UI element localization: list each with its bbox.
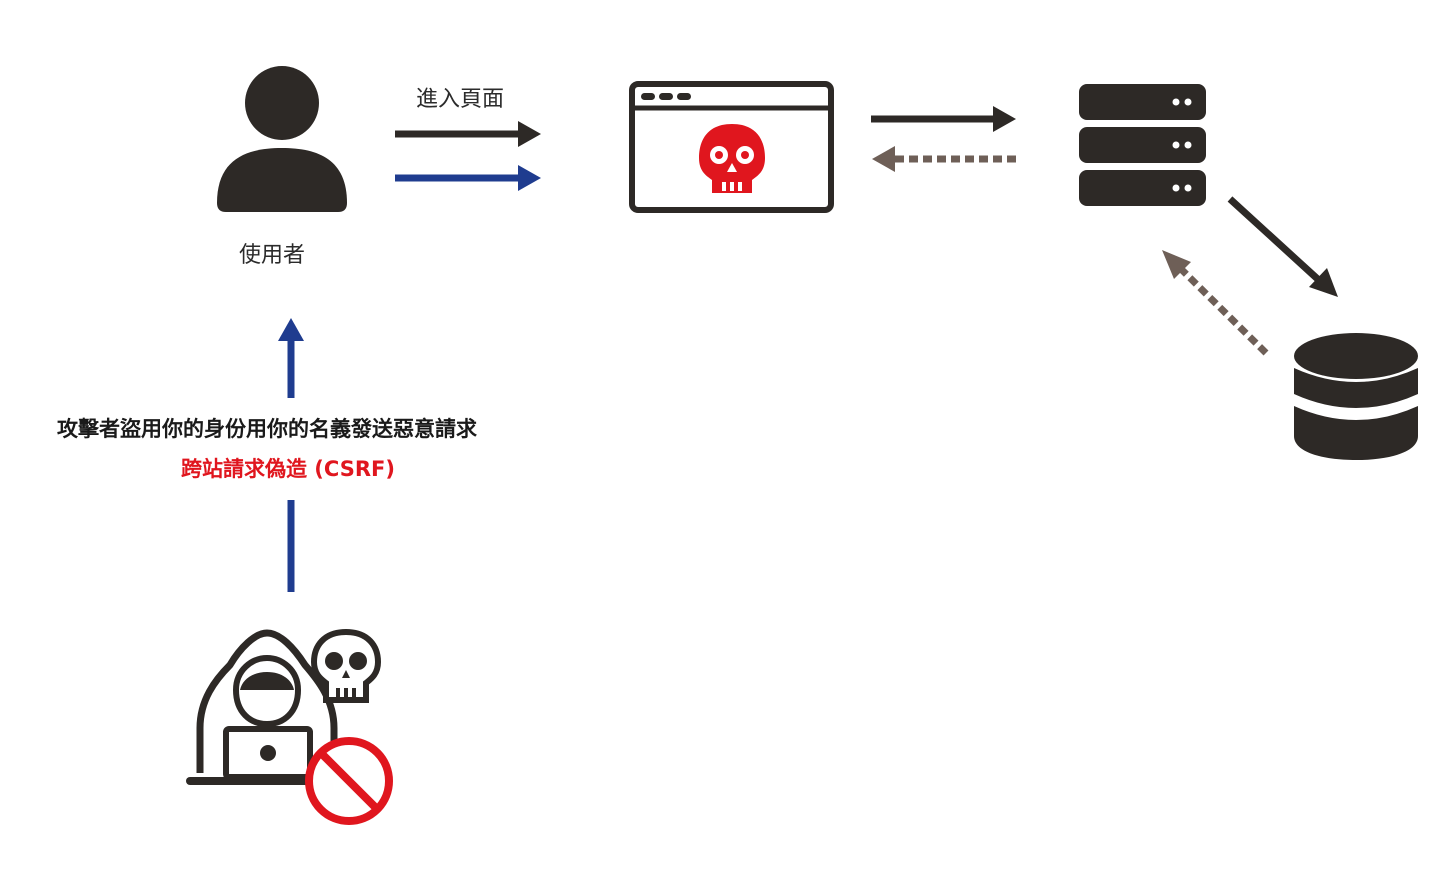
user-label: 使用者 <box>239 243 306 268</box>
user-to-browser-blue-arrow <box>395 165 541 191</box>
prohibited-icon <box>305 737 393 825</box>
server-to-browser-dashed-arrow <box>872 146 1016 172</box>
server-icon <box>1079 84 1206 206</box>
database-icon <box>1294 333 1418 460</box>
skull-icon <box>310 628 382 703</box>
attack-description: 攻擊者盜用你的身份用你的名義發送惡意請求 <box>57 417 477 441</box>
malicious-browser-icon <box>629 81 834 213</box>
enter-page-label: 進入頁面 <box>416 87 505 112</box>
csrf-label: 跨站請求偽造 (CSRF) <box>181 457 395 481</box>
user-to-browser-arrow <box>395 121 541 147</box>
server-to-database-arrow <box>1227 196 1338 297</box>
database-to-server-dashed-arrow <box>1162 250 1269 356</box>
browser-to-server-arrow <box>871 106 1016 132</box>
user-icon <box>217 66 347 212</box>
